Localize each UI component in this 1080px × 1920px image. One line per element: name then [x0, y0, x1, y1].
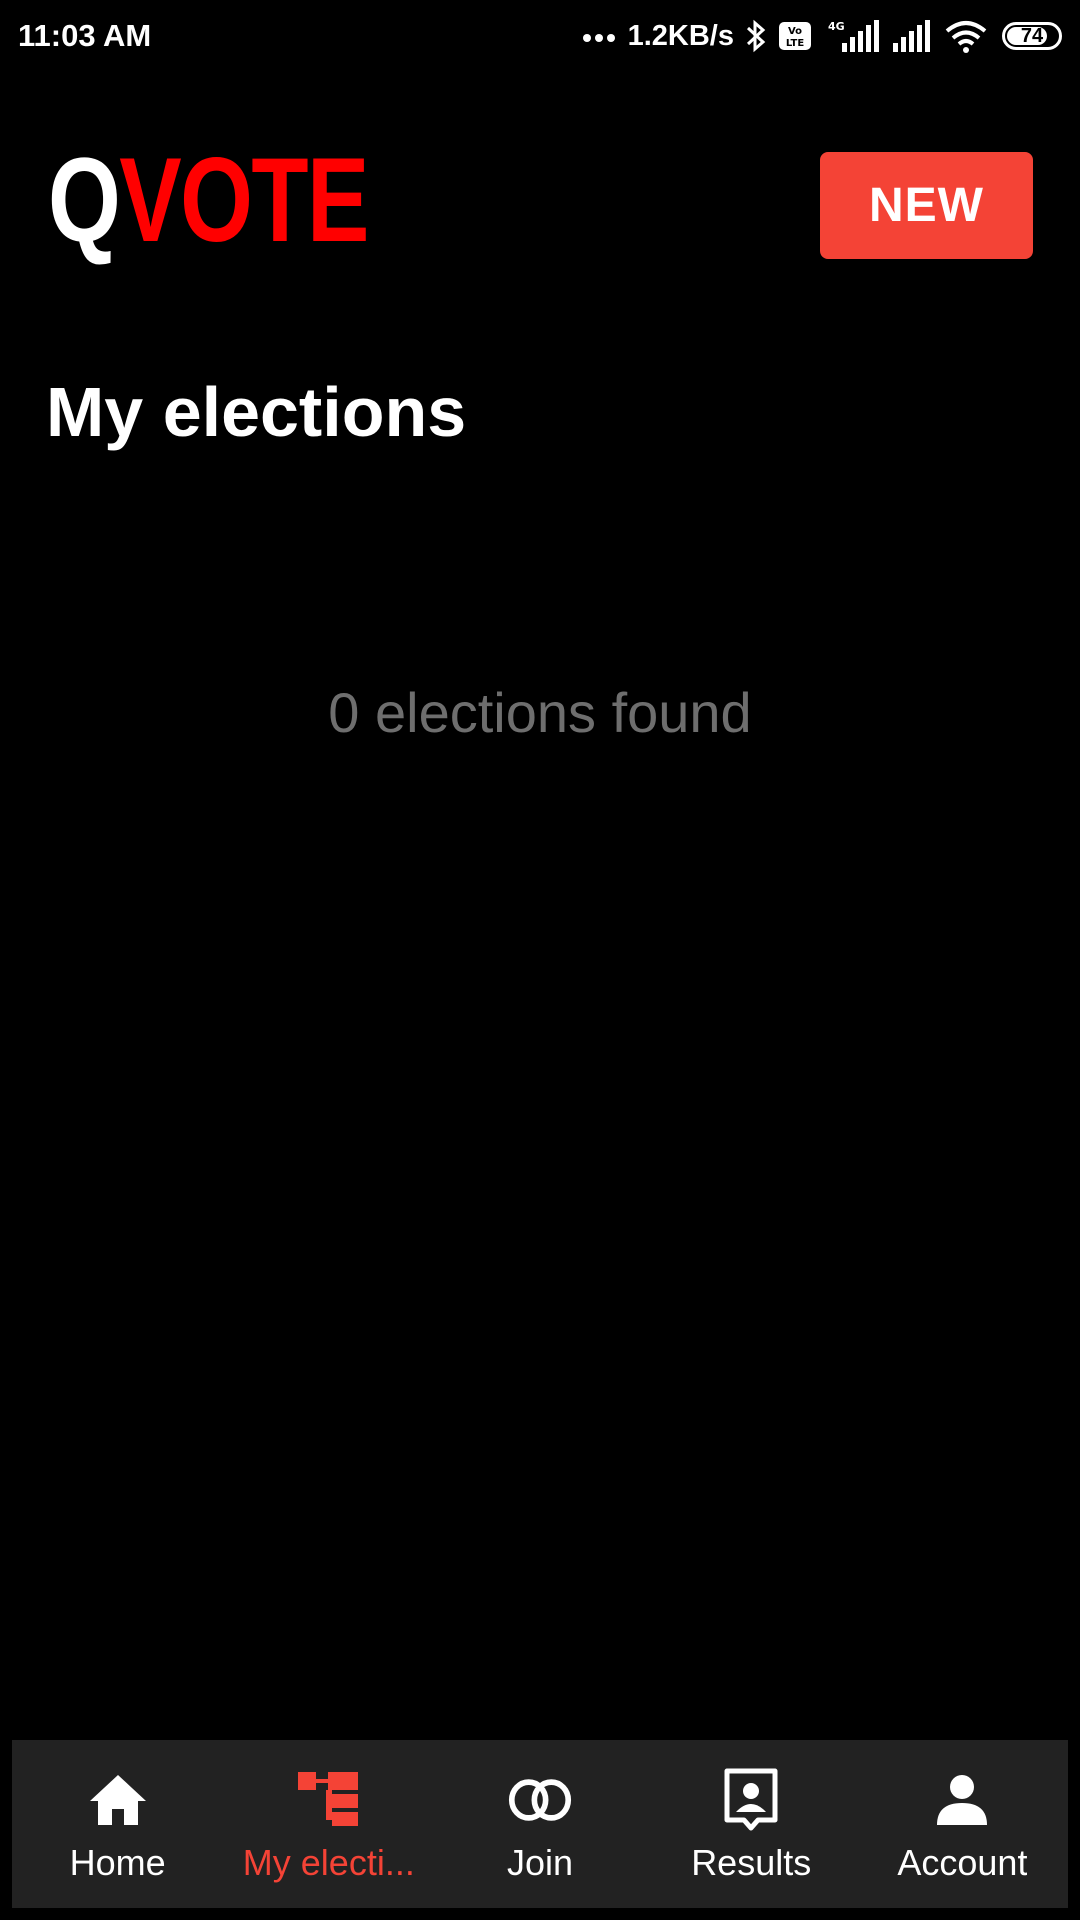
nav-label-results: Results — [691, 1842, 812, 1883]
page-title: My elections — [46, 373, 467, 451]
nav-item-my-elections[interactable]: My electi... — [223, 1740, 434, 1908]
empty-state-message: 0 elections found — [328, 681, 752, 744]
battery-icon: 74 — [1002, 22, 1062, 50]
nav-item-account[interactable]: Account — [857, 1740, 1068, 1908]
nav-label-my-elections: My electi... — [242, 1842, 415, 1883]
status-bar: 11:03 AM 1.2KB/s Vo LTE 4G 74 — [0, 0, 1080, 72]
nav-item-home[interactable]: Home — [12, 1740, 223, 1908]
status-time: 11:03 AM — [18, 18, 152, 53]
svg-text:Vo: Vo — [788, 26, 802, 37]
home-icon — [86, 1768, 150, 1832]
signal-icon — [892, 19, 934, 53]
bluetooth-icon — [744, 19, 768, 53]
nav-item-join[interactable]: Join — [434, 1740, 645, 1908]
nav-label-account: Account — [897, 1842, 1028, 1883]
svg-text:LTE: LTE — [786, 38, 805, 49]
more-dots-icon — [582, 29, 618, 43]
person-icon — [930, 1768, 994, 1832]
logo-vote: VOTE — [119, 133, 369, 267]
svg-text:4G: 4G — [828, 20, 845, 33]
app-screen: 11:03 AM 1.2KB/s Vo LTE 4G 74 QVOTE NEW … — [0, 0, 1080, 1920]
volte-icon: Vo LTE — [778, 21, 812, 51]
bottom-navigation: Home My electi... Join Results Account — [12, 1740, 1068, 1908]
network-speed: 1.2KB/s — [627, 19, 734, 52]
nav-label-home: Home — [69, 1842, 166, 1883]
sitemap-icon — [297, 1768, 361, 1832]
logo-q: Q — [48, 133, 121, 267]
app-logo: QVOTE — [48, 140, 369, 260]
portrait-chat-icon — [719, 1768, 783, 1832]
new-election-button[interactable]: NEW — [820, 152, 1033, 259]
rings-icon — [508, 1768, 572, 1832]
signal-4g-icon: 4G — [822, 19, 882, 53]
battery-level: 74 — [1020, 24, 1044, 47]
status-icons: 1.2KB/s Vo LTE 4G 74 — [582, 19, 1062, 53]
nav-label-join: Join — [506, 1842, 574, 1883]
wifi-icon — [944, 19, 992, 53]
nav-item-results[interactable]: Results — [646, 1740, 857, 1908]
